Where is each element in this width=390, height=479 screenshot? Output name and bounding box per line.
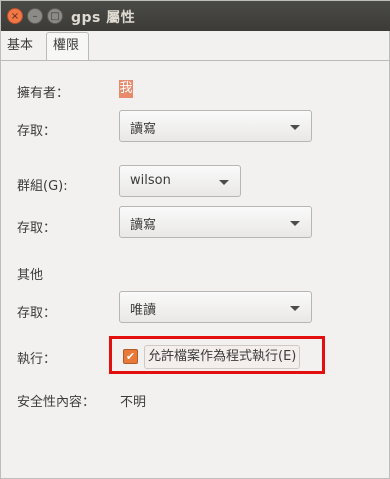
group-access-value: 讀寫 <box>130 218 157 233</box>
tab-permissions[interactable]: 權限 <box>46 32 89 60</box>
group-combo[interactable]: wilson <box>119 165 241 197</box>
dropdown-arrow-icon <box>290 306 300 311</box>
owner-access-value: 讀寫 <box>130 122 157 137</box>
dropdown-arrow-icon <box>219 180 229 185</box>
group-label: 群組(G): <box>17 179 68 194</box>
group-access-label: 存取： <box>17 221 57 236</box>
execute-checkbox-label[interactable]: 允許檔案作為程式執行(E) <box>144 345 301 369</box>
dropdown-arrow-icon <box>290 221 300 226</box>
owner-value: 我 <box>119 80 133 98</box>
group-value: wilson <box>130 173 171 188</box>
owner-access-label: 存取： <box>17 124 57 139</box>
others-access-label: 存取： <box>17 306 57 321</box>
window-title: gps 屬性 <box>71 10 136 26</box>
tab-bar: 基本 權限 <box>1 31 389 61</box>
security-context-label: 安全性內容： <box>17 395 96 410</box>
dropdown-arrow-icon <box>290 125 300 130</box>
maximize-button[interactable]: □ <box>47 8 63 24</box>
title-bar: × – □ gps 屬性 <box>1 1 390 31</box>
owner-access-combo[interactable]: 讀寫 <box>119 110 312 142</box>
group-access-combo[interactable]: 讀寫 <box>119 206 312 238</box>
others-access-value: 唯讀 <box>130 303 157 318</box>
execute-highlight-box: ✔ 允許檔案作為程式執行(E) <box>109 336 325 374</box>
others-access-combo[interactable]: 唯讀 <box>119 291 312 323</box>
security-context-value: 不明 <box>120 395 147 410</box>
execute-checkbox[interactable]: ✔ <box>123 349 138 364</box>
close-button[interactable]: × <box>7 8 23 24</box>
execute-label: 執行： <box>17 352 57 367</box>
tab-basic[interactable]: 基本 <box>1 33 46 59</box>
minimize-button[interactable]: – <box>27 8 43 24</box>
properties-window: × – □ gps 屬性 基本 權限 擁有者： 我 存取： 讀寫 群組(G): … <box>0 0 390 479</box>
owner-label: 擁有者： <box>17 86 70 101</box>
others-heading: 其他 <box>17 268 44 283</box>
